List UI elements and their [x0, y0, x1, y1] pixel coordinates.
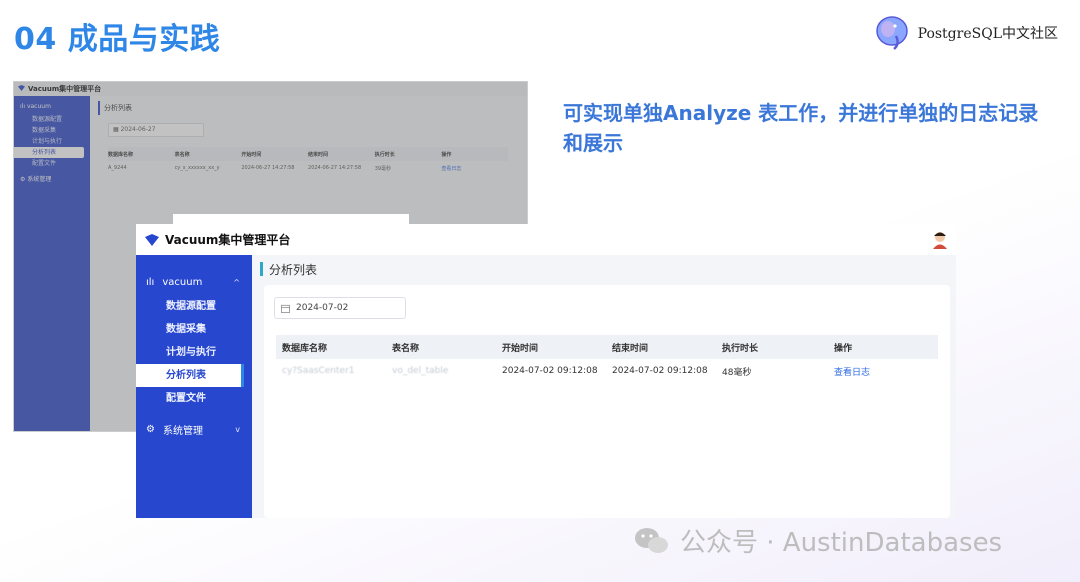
cell-database: cy?SaasCenter1 [282, 366, 355, 376]
watermark: 公众号 · AustinDatabases [632, 522, 1002, 559]
cell-end: 2024-07-02 09:12:08 [612, 366, 708, 376]
chevron-down-icon: v [235, 424, 240, 434]
watermark-text: 公众号 · AustinDatabases [680, 528, 1003, 558]
sidebar-item-analysis[interactable]: 分析列表 [136, 364, 244, 387]
page-header: 分析列表 [260, 255, 950, 283]
gear-icon: ⚙ [146, 423, 155, 435]
sidebar-group-system[interactable]: ⚙ 系统管理 v [136, 416, 252, 442]
sidebar-group-label: vacuum [162, 276, 203, 288]
brand-name: PostgreSQL中文社区 [917, 26, 1058, 42]
content-card: 2024-07-02 数据库名称 表名称 开始时间 结束时间 执行时长 操作 c… [264, 285, 950, 518]
column-header: 结束时间 [612, 343, 649, 354]
cell-table: vo_del_table [392, 366, 449, 376]
sidebar-item-datasource[interactable]: 数据源配置 [136, 295, 252, 318]
avatar[interactable] [930, 229, 950, 249]
sidebar-group-vacuum[interactable]: ılı vacuum ^ [136, 269, 252, 295]
sidebar-item-plan[interactable]: 计划与执行 [136, 341, 252, 364]
table-header: 数据库名称 表名称 开始时间 结束时间 执行时长 操作 [276, 335, 938, 359]
app-header: Vacuum集中管理平台 [136, 224, 956, 255]
page-title: 分析列表 [269, 262, 318, 277]
sidebar-item-collect[interactable]: 数据采集 [136, 318, 252, 341]
app-title: Vacuum集中管理平台 [165, 233, 291, 247]
cell-duration: 48毫秒 [722, 367, 752, 378]
column-header: 执行时长 [722, 343, 759, 354]
view-log-link[interactable]: 查看日志 [834, 365, 934, 378]
wechat-icon [635, 527, 668, 553]
sidebar-item-config[interactable]: 配置文件 [136, 387, 252, 410]
analysis-table: 数据库名称 表名称 开始时间 结束时间 执行时长 操作 cy?SaasCente… [276, 335, 938, 383]
chart-icon: ılı [146, 276, 155, 288]
chevron-up-icon: ^ [233, 277, 240, 287]
date-value: 2024-07-02 [296, 303, 349, 313]
screenshot-front: Vacuum集中管理平台 ılı vacuum ^ 数据源配置 数据采集 计划与… [136, 224, 956, 518]
cell-start: 2024-07-02 09:12:08 [502, 366, 598, 376]
brand: PostgreSQL中文社区 [874, 14, 1058, 52]
app-logo-icon [145, 233, 159, 246]
postgresql-elephant-icon [875, 16, 908, 50]
slide-description: 可实现单独Analyze 表工作，并进行单独的日志记录和展示 [563, 101, 1039, 155]
table-row: cy?SaasCenter1 vo_del_table 2024-07-02 0… [276, 359, 938, 383]
calendar-icon [281, 304, 290, 313]
header-accent [260, 262, 263, 276]
column-header: 开始时间 [502, 343, 539, 354]
sidebar: ılı vacuum ^ 数据源配置 数据采集 计划与执行 分析列表 配置文件 … [136, 255, 252, 518]
column-header: 数据库名称 [282, 343, 328, 354]
date-picker[interactable]: 2024-07-02 [274, 297, 406, 319]
column-header: 操作 [834, 343, 853, 354]
main-content: 分析列表 2024-07-02 数据库名称 表名称 开始时间 结束时间 执行时长… [260, 255, 950, 518]
sidebar-group-label: 系统管理 [162, 425, 203, 437]
column-header: 表名称 [392, 343, 420, 354]
slide-title: 04 成品与实践 [14, 22, 221, 57]
